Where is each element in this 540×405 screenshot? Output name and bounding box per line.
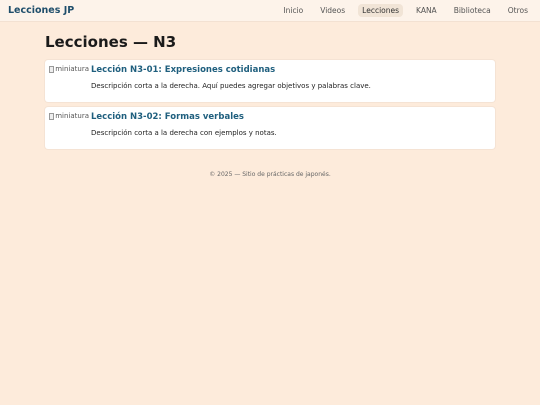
broken-image-icon	[49, 66, 55, 73]
lesson-thumbnail[interactable]: miniatura	[49, 112, 89, 120]
page-footer: © 2025 — Sitio de prácticas de japonés.	[45, 171, 495, 178]
nav-link-inicio[interactable]: Inicio	[279, 4, 307, 17]
lesson-title-link[interactable]: Lección N3-01: Expresiones cotidianas	[91, 65, 371, 75]
nav-link-otros[interactable]: Otros	[504, 4, 532, 17]
nav-link-videos[interactable]: Videos	[316, 4, 349, 17]
thumbnail-alt-text: miniatura	[55, 112, 89, 120]
lesson-thumbnail[interactable]: miniatura	[49, 65, 89, 73]
footer-text: © 2025 — Sitio de prácticas de japonés.	[209, 171, 331, 178]
nav-link-kana[interactable]: KANA	[412, 4, 441, 17]
main-content: Lecciones — N3 miniatura Lección N3-01: …	[0, 33, 540, 178]
lesson-card-body: Lección N3-01: Expresiones cotidianas De…	[91, 60, 371, 90]
thumbnail-alt-text: miniatura	[55, 65, 89, 73]
lesson-title-link[interactable]: Lección N3-02: Formas verbales	[91, 112, 277, 122]
top-navbar: Lecciones JP Inicio Videos Lecciones KAN…	[0, 0, 540, 21]
nav-link-lecciones[interactable]: Lecciones	[358, 4, 404, 17]
lesson-description: Descripción corta a la derecha. Aquí pue…	[91, 82, 371, 90]
main-nav: Inicio Videos Lecciones KANA Biblioteca …	[270, 4, 532, 17]
broken-image-icon	[49, 113, 55, 120]
lesson-card[interactable]: miniatura Lección N3-01: Expresiones cot…	[45, 60, 495, 102]
nav-link-biblioteca[interactable]: Biblioteca	[450, 4, 495, 17]
brand-link[interactable]: Lecciones JP	[8, 5, 74, 16]
lesson-card[interactable]: miniatura Lección N3-02: Formas verbales…	[45, 107, 495, 149]
lesson-card-body: Lección N3-02: Formas verbales Descripci…	[91, 107, 277, 137]
page-title: Lecciones — N3	[45, 33, 177, 51]
lesson-description: Descripción corta a la derecha con ejemp…	[91, 129, 277, 137]
